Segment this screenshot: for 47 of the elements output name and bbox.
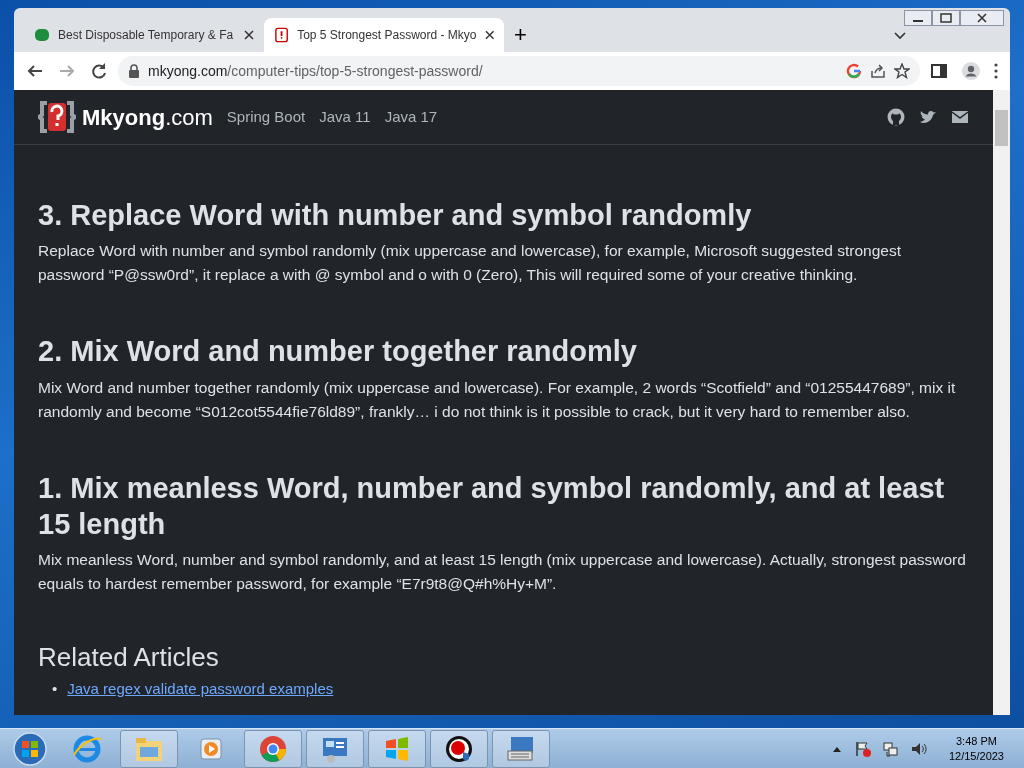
maximize-button[interactable] — [932, 10, 960, 26]
minimize-button[interactable] — [904, 10, 932, 26]
share-icon[interactable] — [870, 63, 886, 79]
nav-link[interactable]: Java 17 — [384, 105, 438, 129]
paragraph: Mix meanless Word, number and symbol randomly, and at least 15 length (mix uppercase and lowercase). Actually, strongest password equals to hardest remember password, for example “E7r9t8@Q#h%Hy+M”. — [38, 550, 967, 594]
page-icon — [274, 27, 290, 43]
section-heading: 1. Mix meanless Word, number and symbol randomly, and at least 15 length — [38, 470, 946, 542]
mail-icon[interactable] — [951, 108, 969, 126]
section-heading: Related Articles — [38, 642, 220, 674]
scrollbar-thumb[interactable] — [995, 110, 1008, 146]
github-icon[interactable] — [887, 108, 905, 126]
article-link[interactable]: Java regex validate password examples — [67, 679, 334, 700]
star-icon[interactable] — [894, 63, 910, 79]
logo-icon — [38, 100, 76, 134]
twitter-icon[interactable] — [919, 108, 937, 126]
page-icon — [34, 27, 50, 43]
chevron-down-icon — [894, 32, 906, 40]
g-logo-icon[interactable] — [846, 63, 862, 79]
reload-icon — [90, 62, 108, 80]
browser-tab[interactable]: Top 5 Strongest Password - Mkyo — [264, 18, 504, 52]
nav-link[interactable]: Java 11 — [319, 105, 371, 129]
paragraph: Mix Word and number together randomly (mix uppercase and lowercase). For example, 2 words “Scotfield” and “01255447689”, mix it randomly and become “S012cot5544fie76ld89”, frankly… i do not think is it possible to crack, but it very hard to remember also. — [38, 377, 957, 422]
profile-icon — [962, 62, 980, 80]
section-heading: 2. Mix Word and number together randomly — [38, 334, 638, 370]
flag-icon[interactable] — [853, 739, 872, 758]
maximize-icon — [940, 13, 952, 23]
nav-link[interactable]: Spring Boot — [226, 105, 306, 129]
close-icon[interactable] — [484, 30, 494, 40]
address-bar[interactable]: mkyong.com/computer-tips/top-5-strongest-password/ — [118, 56, 920, 86]
minimize-icon — [913, 20, 923, 22]
new-tab-button[interactable]: + — [504, 24, 537, 52]
close-button[interactable] — [960, 10, 1004, 26]
bullet: • — [52, 679, 58, 700]
close-icon — [977, 13, 987, 23]
taskbar-button[interactable] — [430, 729, 488, 768]
section-heading: 3. Replace Word with number and symbol randomly — [38, 198, 753, 233]
browser-tab[interactable]: Best Disposable Temporary & Fa — [24, 18, 264, 52]
side-panel-icon — [930, 62, 948, 80]
menu-icon — [994, 62, 998, 80]
url-text[interactable]: mkyong.com/computer-tips/top-5-strongest-password/ — [148, 60, 483, 82]
clock[interactable]: 3:48 PM 12/15/2023 — [948, 733, 1004, 764]
site-logo[interactable]: Mkyong.com — [38, 100, 213, 134]
lock-icon — [128, 64, 140, 78]
network-icon[interactable] — [881, 739, 900, 758]
close-icon[interactable] — [244, 30, 254, 40]
paragraph: Replace Word with number and symbol randomly (mix uppercase and lowercase), for example, Microsoft suggested strongest password “P@ssw0rd”, it replace a with @ symbol and o with 0 (Zero), This will required some of your creative thinking. — [38, 241, 902, 286]
scrollbar[interactable] — [993, 90, 1010, 715]
